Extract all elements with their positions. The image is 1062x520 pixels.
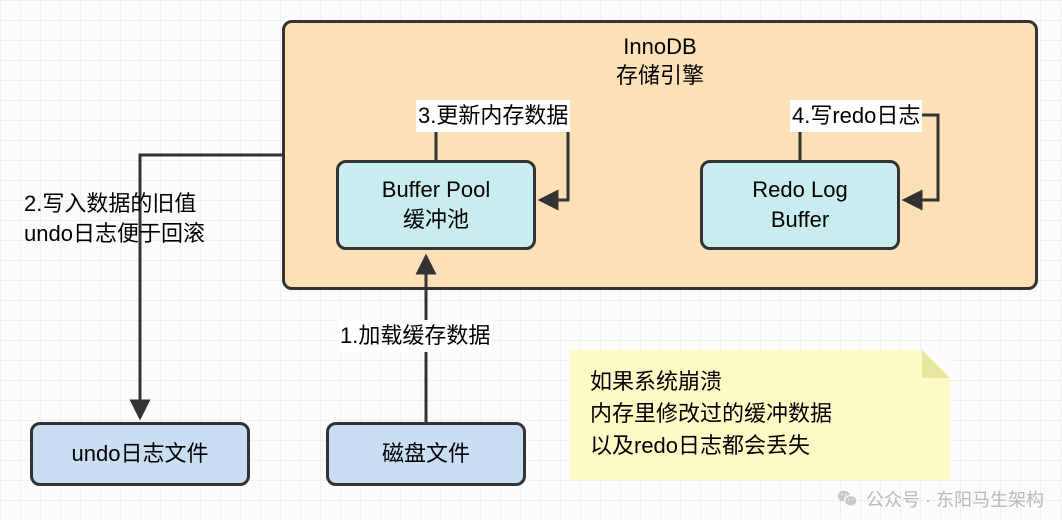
watermark-text: 公众号 · 东阳马生架构 <box>866 486 1044 512</box>
redo-buffer-line2: Buffer <box>771 205 829 235</box>
label-step1: 1.加载缓存数据 <box>338 320 492 352</box>
note-line2: 内存里修改过的缓冲数据 <box>590 398 930 430</box>
buffer-pool-line2: 缓冲池 <box>403 205 469 235</box>
label-step4: 4.写redo日志 <box>790 100 922 132</box>
label-step3: 3.更新内存数据 <box>416 100 570 132</box>
innodb-title: InnoDB 存储引擎 <box>616 33 704 90</box>
redo-buffer-line1: Redo Log <box>752 175 847 205</box>
watermark: 公众号 · 东阳马生架构 <box>836 486 1044 512</box>
undo-log-file-box: undo日志文件 <box>30 422 250 486</box>
note-line1: 如果系统崩溃 <box>590 366 930 398</box>
label-step2: 2.写入数据的旧值 undo日志便于回滚 <box>22 188 207 249</box>
disk-file-box: 磁盘文件 <box>326 422 526 486</box>
undo-file-label: undo日志文件 <box>72 439 209 469</box>
label-step2-line2: undo日志便于回滚 <box>24 219 205 249</box>
note-line3: 以及redo日志都会丢失 <box>590 430 930 462</box>
redo-log-buffer-box: Redo Log Buffer <box>700 160 900 250</box>
wechat-icon <box>836 488 858 510</box>
innodb-title-line2: 存储引擎 <box>616 62 704 91</box>
innodb-title-line1: InnoDB <box>616 33 704 62</box>
buffer-pool-line1: Buffer Pool <box>382 175 490 205</box>
buffer-pool-box: Buffer Pool 缓冲池 <box>336 160 536 250</box>
disk-file-label: 磁盘文件 <box>382 439 470 469</box>
label-step2-line1: 2.写入数据的旧值 <box>24 189 205 219</box>
crash-note: 如果系统崩溃 内存里修改过的缓冲数据 以及redo日志都会丢失 <box>570 350 950 480</box>
